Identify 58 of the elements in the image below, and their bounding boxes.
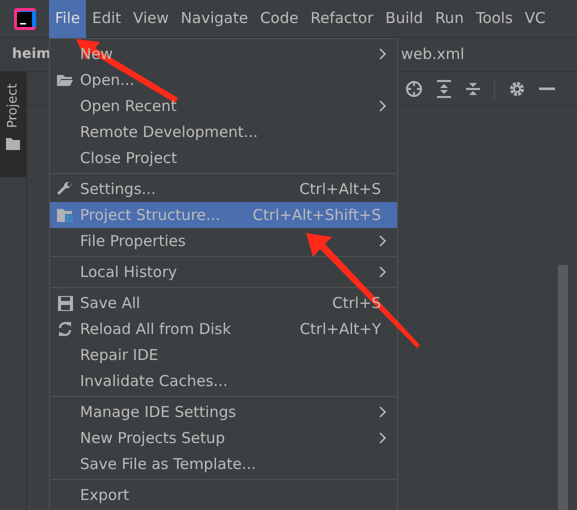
shortcut-label: Ctrl+Alt+Y bbox=[300, 318, 381, 340]
menu-item-label: Close Project bbox=[80, 148, 177, 169]
menu-item-label: New Projects Setup bbox=[80, 428, 226, 449]
menu-bar-item[interactable]: Refactor bbox=[304, 0, 380, 38]
menu-item-label: Settings... bbox=[80, 178, 156, 200]
project-name: heim bbox=[12, 45, 51, 64]
folder-icon bbox=[6, 138, 20, 150]
menu-bar-item[interactable]: Code bbox=[254, 0, 304, 38]
menu-bar-item[interactable]: File bbox=[49, 0, 86, 38]
menu-item-label: Manage IDE Settings bbox=[80, 402, 236, 423]
menu-item[interactable]: Invalidate Caches... bbox=[50, 368, 397, 394]
menu-bar-item[interactable]: Build bbox=[379, 0, 430, 38]
project-tool-label: Project bbox=[4, 84, 22, 128]
menu-bar-item[interactable]: Tools bbox=[470, 0, 519, 38]
menu-bar-item[interactable]: VC bbox=[518, 0, 552, 38]
refresh-icon bbox=[57, 321, 73, 337]
menu-item-label: Local History bbox=[80, 262, 178, 283]
menu-item[interactable]: Remote Development... bbox=[50, 119, 397, 145]
expand-all-icon[interactable] bbox=[436, 80, 452, 98]
menu-item-label: Open Recent bbox=[80, 96, 177, 117]
menu-item[interactable]: Open... bbox=[50, 67, 397, 93]
menu-bar-item[interactable]: Run bbox=[429, 0, 470, 38]
menu-item-label: Repair IDE bbox=[80, 344, 158, 366]
menu-item[interactable]: Export bbox=[50, 482, 397, 508]
shortcut-label: Ctrl+Alt+S bbox=[299, 178, 381, 200]
shortcut-label: Ctrl+Alt+Shift+S bbox=[252, 204, 381, 226]
wrench-icon bbox=[57, 181, 73, 197]
folder-grid-icon bbox=[56, 207, 74, 223]
menu-item-label: Project Structure... bbox=[80, 204, 220, 226]
locate-icon[interactable] bbox=[405, 80, 423, 98]
menu-item[interactable]: New Projects Setup bbox=[50, 425, 397, 451]
menu-item-label: Open... bbox=[80, 70, 134, 91]
menu-item[interactable]: Open Recent bbox=[50, 93, 397, 119]
menu-item-label: Remote Development... bbox=[80, 122, 258, 143]
scrollbar-thumb[interactable] bbox=[558, 265, 568, 510]
project-tool-tab[interactable]: Project bbox=[0, 72, 26, 177]
menu-item[interactable]: Manage IDE Settings bbox=[50, 399, 397, 425]
menu-item-label: File Properties bbox=[80, 230, 186, 252]
minimize-icon[interactable] bbox=[539, 86, 555, 90]
menu-item-label: Reload All from Disk bbox=[80, 318, 232, 340]
menu-item[interactable]: Reload All from Disk Ctrl+Alt+Y bbox=[50, 316, 397, 342]
menu-item-label: Save All bbox=[80, 292, 140, 314]
menu-item[interactable]: Local History bbox=[50, 259, 397, 285]
menu-bar-item[interactable]: View bbox=[127, 0, 175, 38]
menu-item[interactable]: Settings... Ctrl+Alt+S bbox=[50, 176, 397, 202]
folder-icon bbox=[56, 73, 74, 87]
file-tab[interactable]: web.xml bbox=[401, 43, 464, 66]
menu-item[interactable]: Repair IDE bbox=[50, 342, 397, 368]
menu-item-label: Save File as Template... bbox=[80, 454, 256, 475]
menu-item-label: Export bbox=[80, 484, 130, 506]
menu-item[interactable]: Save File as Template... bbox=[50, 451, 397, 477]
menu-bar-item[interactable]: Navigate bbox=[174, 0, 254, 38]
menu-item-label: Invalidate Caches... bbox=[80, 370, 228, 392]
settings-icon[interactable] bbox=[508, 80, 526, 98]
app-logo-icon bbox=[14, 8, 36, 30]
menu-bar-item[interactable]: Edit bbox=[86, 0, 128, 38]
menu-item[interactable]: Close Project bbox=[50, 145, 397, 171]
menu-item[interactable]: File Properties bbox=[50, 228, 397, 254]
